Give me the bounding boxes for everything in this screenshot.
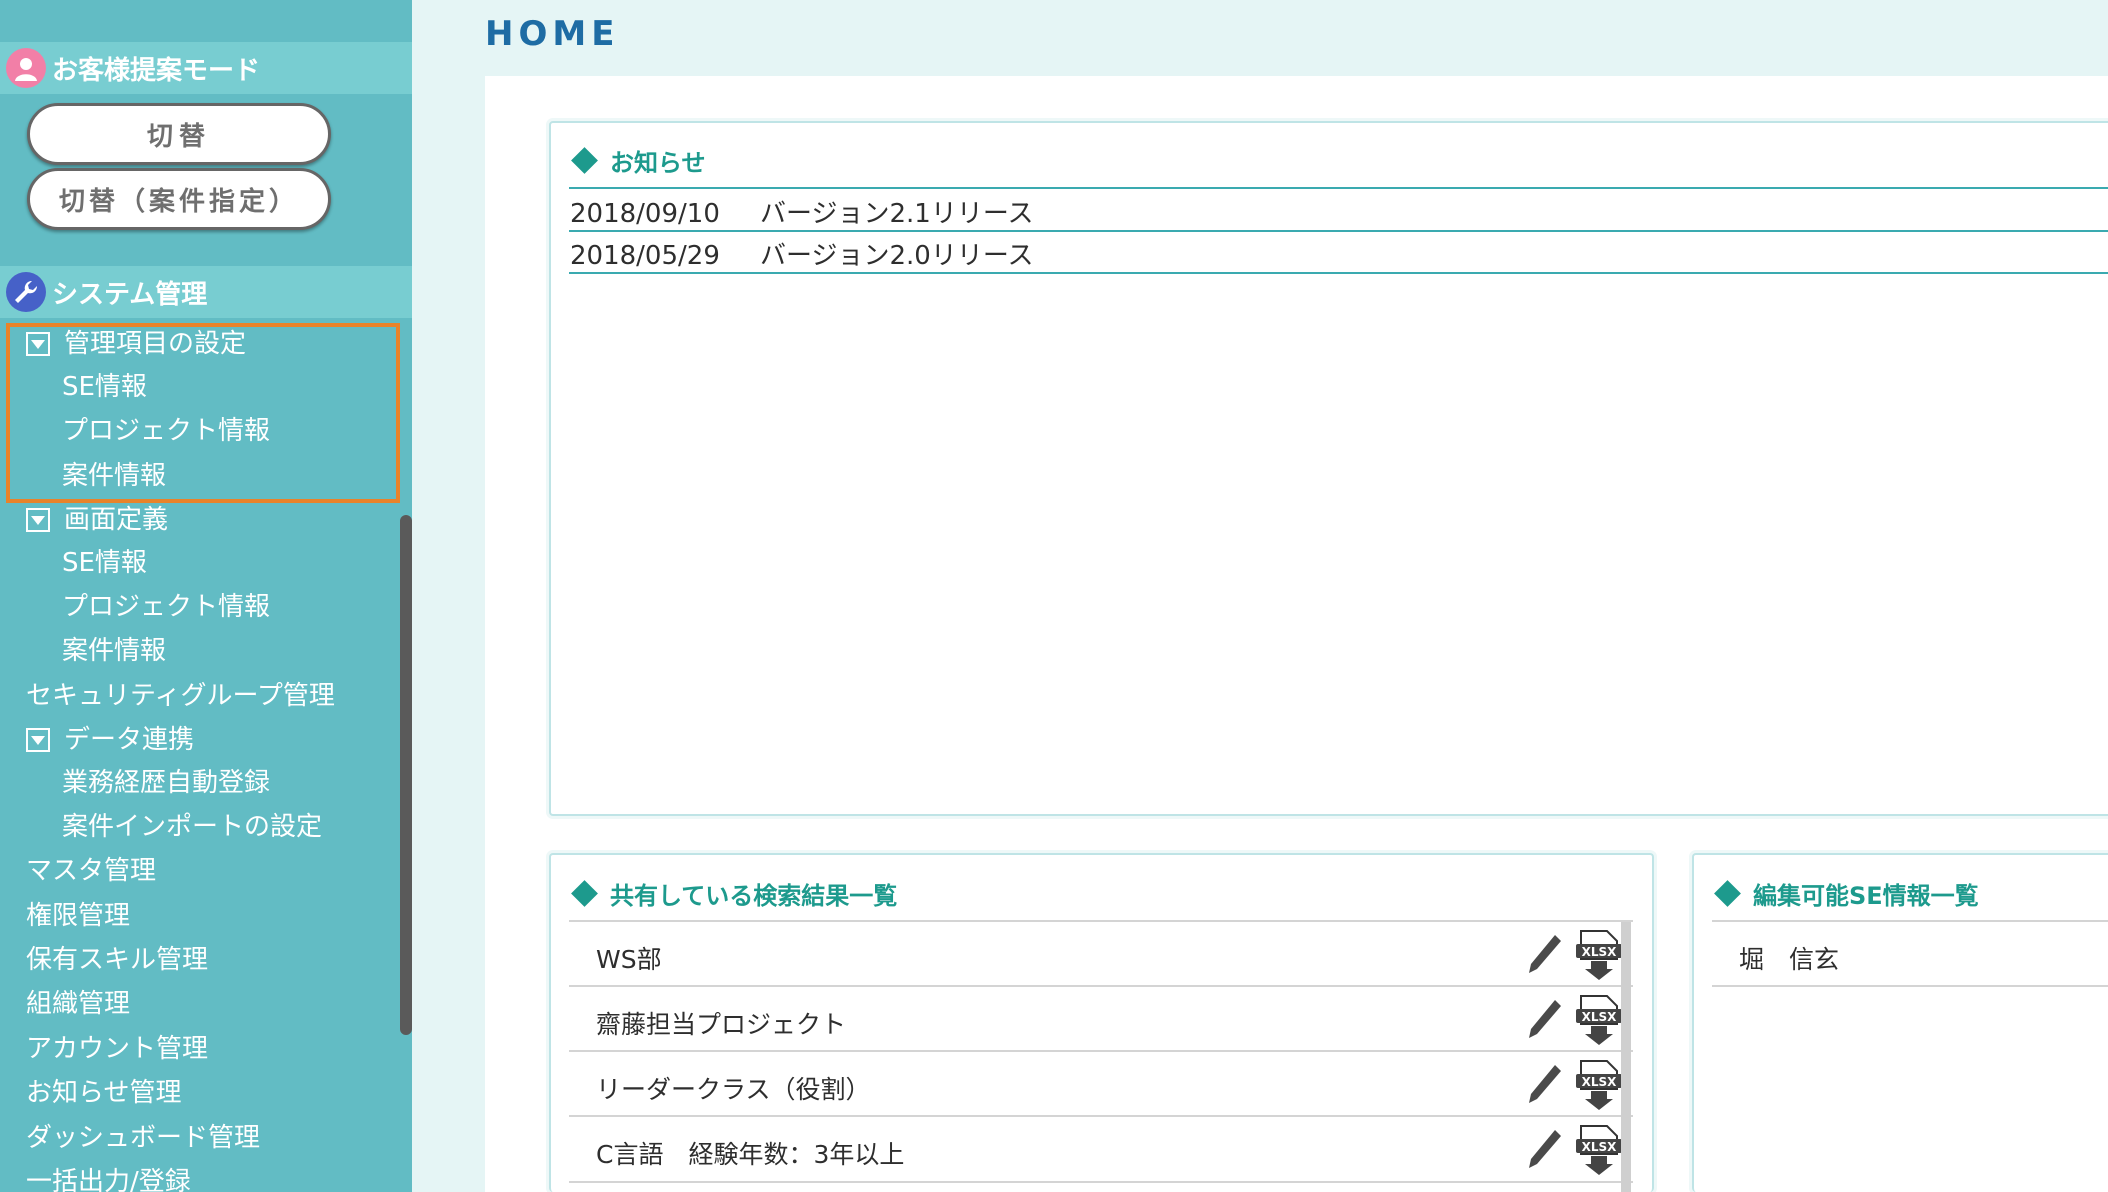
pencil-icon[interactable] — [1525, 1128, 1563, 1172]
news-row[interactable]: 2018/05/29 バージョン2.0リリース — [570, 235, 1034, 272]
sidebar-item-skills[interactable]: 保有スキル管理 — [26, 944, 208, 976]
sidebar-item-screen-project[interactable]: プロジェクト情報 — [62, 591, 270, 623]
system-admin-title: システム管理 — [52, 279, 208, 310]
sidebar-item-bulk-io[interactable]: 一括出力/登録 — [26, 1166, 191, 1192]
row-actions: XLSX — [1525, 994, 1623, 1046]
news-date: 2018/09/10 — [570, 199, 720, 229]
customer-mode-header: お客様提案モード — [0, 42, 412, 94]
switch-button[interactable]: 切替 — [27, 103, 331, 165]
sidebar-item-news-admin[interactable]: お知らせ管理 — [26, 1077, 181, 1109]
sidebar-item-screen-case[interactable]: 案件情報 — [62, 635, 166, 667]
sidebar-item-settings-project[interactable]: プロジェクト情報 — [62, 415, 270, 447]
news-date: 2018/05/29 — [570, 241, 720, 271]
collapse-toggle-icon[interactable] — [26, 728, 50, 752]
shared-search-name[interactable]: WS部 — [596, 940, 662, 976]
wrench-icon — [6, 272, 46, 312]
news-title-text: お知らせ — [610, 149, 706, 177]
news-text[interactable]: バージョン2.1リリース — [760, 199, 1034, 229]
pencil-icon[interactable] — [1525, 998, 1563, 1042]
shared-search-name[interactable]: リーダークラス（役割） — [596, 1070, 871, 1106]
diamond-icon — [1714, 880, 1741, 907]
editable-se-name[interactable]: 堀 信玄 — [1739, 940, 1839, 976]
collapse-toggle-icon[interactable] — [26, 332, 50, 356]
svg-text:XLSX: XLSX — [1582, 1140, 1618, 1154]
customer-mode-title: お客様提案モード — [52, 55, 261, 86]
divider — [569, 272, 2108, 274]
sidebar-group-data-link[interactable]: データ連携 — [26, 724, 194, 756]
page-title: HOME — [485, 14, 620, 54]
shared-search-name[interactable]: 齋藤担当プロジェクト — [596, 1005, 846, 1041]
shared-search-name[interactable]: C言語 経験年数：3年以上 — [596, 1135, 904, 1171]
divider — [1712, 985, 2108, 987]
customer-icon — [6, 48, 46, 88]
pencil-icon[interactable] — [1525, 1063, 1563, 1107]
sidebar-item-screen-se[interactable]: SE情報 — [62, 547, 147, 579]
svg-text:XLSX: XLSX — [1582, 1075, 1618, 1089]
sidebar-group-screen-definition[interactable]: 画面定義 — [26, 504, 168, 536]
list-scrollbar[interactable] — [1621, 922, 1631, 1192]
editable-se-title: 編集可能SE情報一覧 — [1712, 876, 1979, 911]
xlsx-download-icon[interactable]: XLSX — [1575, 1059, 1623, 1111]
shared-searches-title: 共有している検索結果一覧 — [569, 876, 897, 911]
divider — [569, 1050, 1633, 1052]
pencil-icon[interactable] — [1525, 933, 1563, 977]
sidebar-item-dashboard[interactable]: ダッシュボード管理 — [26, 1122, 260, 1154]
collapse-toggle-icon[interactable] — [26, 508, 50, 532]
divider — [1712, 920, 2108, 922]
sidebar-group-item-settings[interactable]: 管理項目の設定 — [26, 328, 246, 360]
shared-searches-title-text: 共有している検索結果一覧 — [610, 882, 898, 910]
divider — [569, 1115, 1633, 1117]
news-row[interactable]: 2018/09/10 バージョン2.1リリース — [570, 193, 1034, 230]
sidebar-group-label: 管理項目の設定 — [64, 329, 247, 359]
sidebar-item-security-group[interactable]: セキュリティグループ管理 — [26, 680, 335, 712]
system-admin-header: システム管理 — [0, 266, 412, 318]
svg-text:XLSX: XLSX — [1582, 1010, 1618, 1024]
sidebar-group-label: 画面定義 — [64, 505, 169, 535]
switch-with-project-button[interactable]: 切替（案件指定） — [27, 168, 331, 230]
sidebar-item-organization[interactable]: 組織管理 — [26, 988, 130, 1020]
divider — [569, 230, 2108, 232]
svg-text:XLSX: XLSX — [1582, 945, 1618, 959]
diamond-icon — [571, 880, 598, 907]
sidebar-item-auto-register[interactable]: 業務経歴自動登録 — [62, 767, 270, 799]
sidebar-group-label: データ連携 — [64, 725, 195, 755]
divider — [569, 985, 1633, 987]
sidebar-item-master[interactable]: マスタ管理 — [26, 855, 156, 887]
sidebar: お客様提案モード 切替 切替（案件指定） システム管理 管理項目の設定 SE情報… — [0, 0, 412, 1192]
sidebar-item-permissions[interactable]: 権限管理 — [26, 900, 130, 932]
sidebar-item-settings-se[interactable]: SE情報 — [62, 371, 147, 403]
diamond-icon — [571, 147, 598, 174]
sidebar-item-settings-case[interactable]: 案件情報 — [62, 460, 166, 492]
sidebar-scrollbar[interactable] — [400, 515, 412, 1035]
news-title: お知らせ — [569, 143, 706, 178]
row-actions: XLSX — [1525, 1124, 1623, 1176]
sidebar-item-case-import[interactable]: 案件インポートの設定 — [62, 811, 322, 843]
sidebar-item-accounts[interactable]: アカウント管理 — [26, 1033, 208, 1065]
divider — [569, 920, 1633, 922]
editable-se-title-text: 編集可能SE情報一覧 — [1753, 882, 1979, 910]
row-actions: XLSX — [1525, 1059, 1623, 1111]
xlsx-download-icon[interactable]: XLSX — [1575, 994, 1623, 1046]
xlsx-download-icon[interactable]: XLSX — [1575, 929, 1623, 981]
row-actions: XLSX — [1525, 929, 1623, 981]
divider — [569, 187, 2108, 189]
divider — [569, 1181, 1633, 1183]
news-text[interactable]: バージョン2.0リリース — [760, 241, 1034, 271]
xlsx-download-icon[interactable]: XLSX — [1575, 1124, 1623, 1176]
